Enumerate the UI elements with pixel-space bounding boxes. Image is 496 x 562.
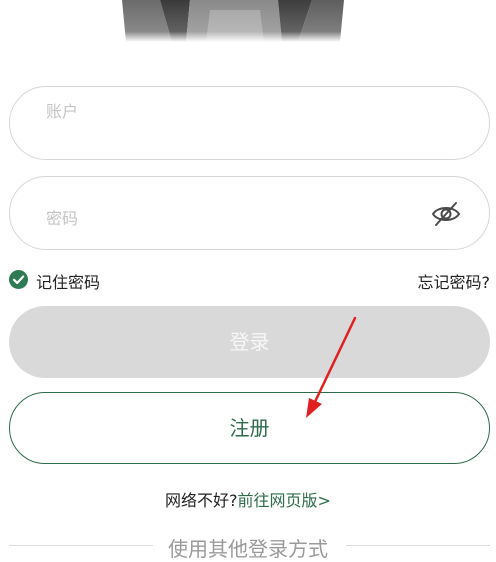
password-placeholder: 密码	[46, 209, 79, 228]
account-placeholder: 账户	[46, 102, 79, 121]
other-login-label: 使用其他登录方式	[168, 537, 328, 561]
login-button[interactable]: 登录	[9, 306, 490, 378]
forgot-password-link[interactable]: 忘记密码?	[418, 269, 491, 293]
network-hint: 网络不好?前往网页版>	[0, 487, 496, 511]
network-hint-text: 网络不好?	[165, 491, 238, 510]
divider-line	[346, 545, 490, 546]
hero-image	[120, 0, 346, 42]
password-field[interactable]: 密码	[9, 176, 490, 250]
check-circle-icon[interactable]	[9, 270, 28, 289]
remember-password-label[interactable]: 记住密码	[36, 269, 100, 293]
web-version-link[interactable]: 前往网页版>	[238, 491, 331, 510]
account-field[interactable]: 账户	[9, 86, 490, 160]
eye-hidden-icon[interactable]	[431, 200, 461, 228]
register-button[interactable]: 注册	[9, 392, 490, 464]
remember-row: 记住密码 忘记密码?	[9, 268, 490, 292]
other-login-divider: 使用其他登录方式	[0, 533, 496, 561]
